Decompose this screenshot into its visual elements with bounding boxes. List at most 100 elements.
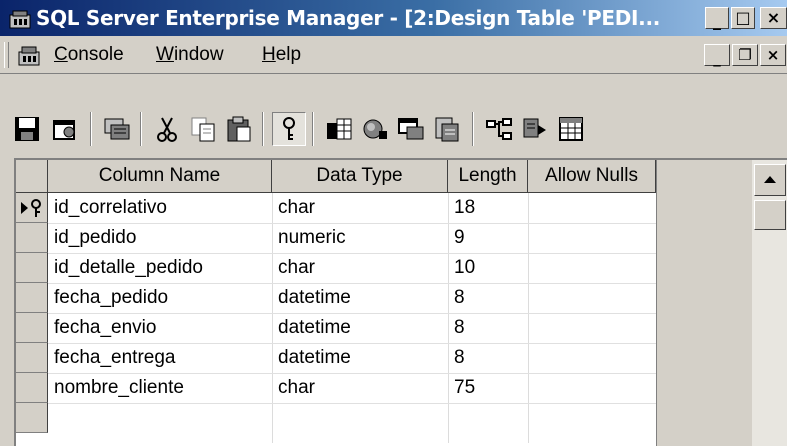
row-selector-current[interactable] [16, 193, 48, 223]
insert-column-icon [523, 118, 546, 138]
cell-column-name[interactable]: id_detalle_pedido [48, 253, 272, 283]
row-selector[interactable] [16, 253, 48, 283]
cell-column-name[interactable]: fecha_entrega [48, 343, 272, 373]
cell-data-type[interactable] [272, 403, 448, 433]
window-title: SQL Server Enterprise Manager - [2:Desig… [36, 6, 661, 30]
cell-allow-nulls[interactable] [528, 373, 656, 403]
header-allow-nulls[interactable]: Allow Nulls [528, 160, 656, 193]
cell-allow-nulls[interactable] [528, 283, 656, 313]
vertical-scrollbar[interactable] [752, 160, 787, 446]
child-close-button[interactable]: × [760, 44, 786, 66]
toolbar-separator [262, 112, 264, 146]
minimize-button[interactable]: _ [705, 7, 729, 29]
cell-allow-nulls[interactable] [528, 253, 656, 283]
cell-column-name[interactable]: nombre_cliente [48, 373, 272, 403]
cell-column-name[interactable] [48, 403, 272, 433]
toolbar-separator [140, 112, 142, 146]
cell-length[interactable]: 8 [448, 283, 528, 313]
save-button[interactable] [10, 112, 44, 146]
scroll-thumb[interactable] [754, 200, 786, 230]
menu-bar: Console Window Help _ ❐ × [0, 36, 787, 74]
row-selector[interactable] [16, 313, 48, 343]
cell-length[interactable]: 75 [448, 373, 528, 403]
menu-window[interactable]: Window [156, 44, 224, 66]
menu-console[interactable]: Console [54, 44, 124, 66]
table-properties-button[interactable] [322, 112, 356, 146]
manage-indexes-icon [363, 119, 387, 139]
arrow-up-icon [764, 176, 776, 183]
cell-length[interactable]: 18 [448, 193, 528, 223]
save-icon [15, 117, 39, 141]
manage-relationships-icon [398, 118, 424, 140]
cell-data-type[interactable]: numeric [272, 223, 448, 253]
title-bar: SQL Server Enterprise Manager - [2:Desig… [0, 0, 787, 36]
row-selector[interactable] [16, 223, 48, 253]
cell-length[interactable]: 9 [448, 223, 528, 253]
row-selector[interactable] [16, 283, 48, 313]
cell-data-type[interactable]: char [272, 253, 448, 283]
cell-column-name[interactable]: fecha_envio [48, 313, 272, 343]
cell-length[interactable]: 10 [448, 253, 528, 283]
toolbar-separator [472, 112, 474, 146]
close-button[interactable]: × [760, 7, 787, 29]
toolbar-separator [90, 112, 92, 146]
header-length[interactable]: Length [448, 160, 528, 193]
scroll-up-button[interactable] [754, 164, 786, 196]
cell-allow-nulls[interactable] [528, 403, 656, 433]
manage-relationships-button[interactable] [394, 112, 428, 146]
child-restore-button[interactable]: ❐ [732, 44, 758, 66]
cell-allow-nulls[interactable] [528, 223, 656, 253]
row-selector[interactable] [16, 343, 48, 373]
cell-length[interactable]: 8 [448, 343, 528, 373]
generate-script-button[interactable] [100, 112, 134, 146]
copy-button[interactable] [186, 112, 220, 146]
primary-key-button[interactable] [272, 112, 306, 146]
properties-button[interactable] [48, 112, 82, 146]
insert-column-button[interactable] [518, 112, 552, 146]
copy-icon [191, 117, 215, 142]
console-icon[interactable] [16, 43, 42, 67]
toolbar-separator [312, 112, 314, 146]
menu-grip [4, 42, 9, 68]
header-data-type[interactable]: Data Type [272, 160, 448, 193]
header-column-name[interactable]: Column Name [48, 160, 272, 193]
row-selector[interactable] [16, 373, 48, 403]
toolbar [0, 74, 787, 158]
menu-help[interactable]: Help [262, 44, 301, 66]
cell-column-name[interactable]: id_pedido [48, 223, 272, 253]
manage-triggers-icon [486, 118, 512, 140]
cell-data-type[interactable]: datetime [272, 313, 448, 343]
generate-script-icon [104, 118, 130, 140]
cell-length[interactable]: 8 [448, 313, 528, 343]
manage-constraints-icon [435, 117, 459, 142]
cell-allow-nulls[interactable] [528, 343, 656, 373]
properties-icon [53, 120, 75, 140]
cell-data-type[interactable]: datetime [272, 343, 448, 373]
table-properties-icon [327, 118, 352, 140]
current-row-primary-key-icon [20, 198, 41, 217]
corner-header [16, 160, 48, 193]
cut-icon [157, 117, 177, 142]
cell-allow-nulls[interactable] [528, 313, 656, 343]
cell-allow-nulls[interactable] [528, 193, 656, 223]
manage-triggers-button[interactable] [482, 112, 516, 146]
cell-data-type[interactable]: datetime [272, 283, 448, 313]
primary-key-icon [283, 117, 295, 140]
design-table-grid: Column Name Data Type Length Allow Nulls… [14, 158, 787, 446]
grid-view-button[interactable] [554, 112, 588, 146]
cut-button[interactable] [150, 112, 184, 146]
maximize-button[interactable]: □ [731, 7, 755, 29]
manage-constraints-button[interactable] [430, 112, 464, 146]
cell-data-type[interactable]: char [272, 193, 448, 223]
row-selector-new[interactable] [16, 403, 48, 433]
paste-button[interactable] [222, 112, 256, 146]
cell-length[interactable] [448, 403, 528, 433]
cell-column-name[interactable]: fecha_pedido [48, 283, 272, 313]
cell-data-type[interactable]: char [272, 373, 448, 403]
cell-column-name[interactable]: id_correlativo [48, 193, 272, 223]
enterprise-manager-icon [9, 10, 31, 29]
child-minimize-button[interactable]: _ [704, 44, 730, 66]
manage-indexes-button[interactable] [358, 112, 392, 146]
grid-empty-area [656, 160, 752, 446]
paste-icon [227, 116, 251, 142]
